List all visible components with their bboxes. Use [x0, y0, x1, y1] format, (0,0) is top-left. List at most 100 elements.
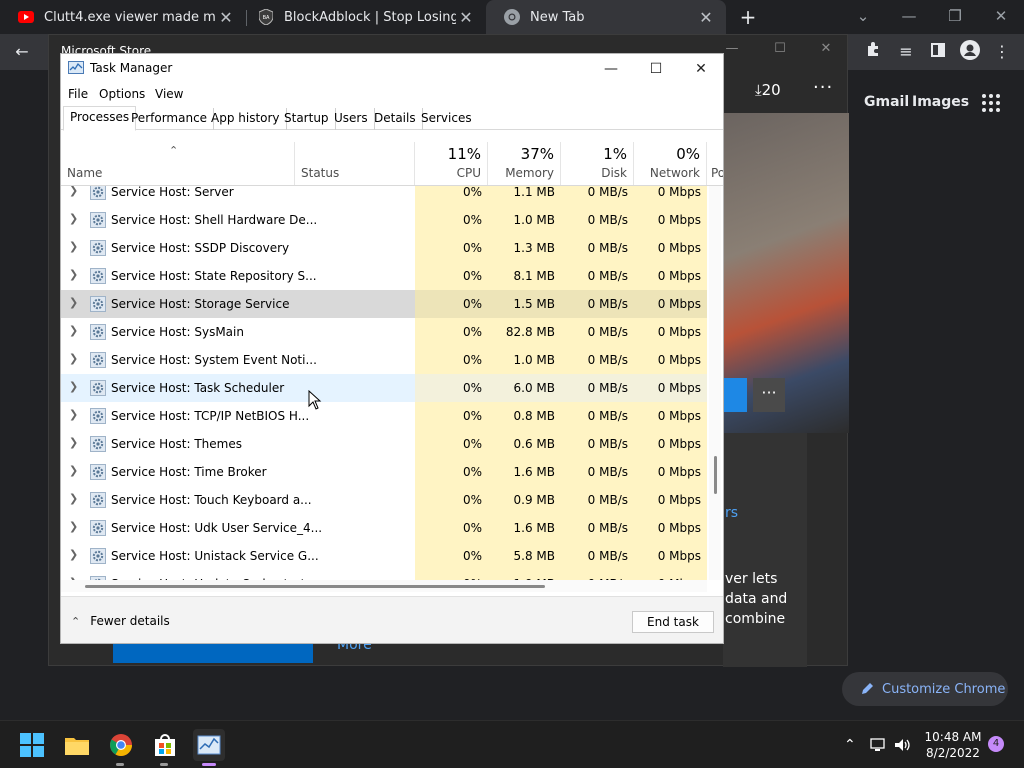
column-memory[interactable]: 37% Memory [488, 142, 561, 185]
table-row[interactable]: ❯ Service Host: Storage Service 0% 1.5 MB 0 … [61, 290, 707, 318]
store-link[interactable]: rs [725, 505, 738, 521]
tab-app-history[interactable]: App history [205, 108, 287, 130]
svg-text:BA: BA [263, 15, 270, 21]
end-task-button[interactable]: End task [632, 611, 714, 633]
column-power[interactable]: Po [707, 142, 723, 185]
table-row[interactable]: ❯Service Host: Update Orchestrat...0%1.9… [61, 570, 707, 580]
file-explorer-icon[interactable] [61, 729, 93, 761]
store-options-button[interactable]: ··· [753, 378, 785, 412]
table-row[interactable]: ❯ Service Host: Touch Keyboard a... 0% 0.9 … [61, 486, 707, 514]
chevron-right-icon[interactable]: ❯ [69, 186, 78, 197]
column-disk[interactable]: 1% Disk [561, 142, 634, 185]
store-more-icon[interactable]: ··· [813, 77, 833, 98]
back-icon[interactable]: ← [10, 40, 34, 64]
chevron-right-icon[interactable]: ❯ [69, 240, 78, 253]
chevron-right-icon[interactable]: ❯ [69, 548, 78, 561]
menu-file[interactable]: File [68, 87, 88, 101]
vertical-scroll-thumb[interactable] [714, 456, 717, 494]
chevron-right-icon[interactable]: ❯ [69, 268, 78, 281]
tab-services[interactable]: Services [415, 108, 478, 130]
network-icon[interactable] [870, 737, 888, 757]
tab-performance[interactable]: Performance [125, 108, 215, 130]
tab-youtube[interactable]: Clutt4.exe viewer made malware ✕ [0, 0, 246, 34]
start-icon[interactable] [16, 729, 48, 761]
chevron-right-icon[interactable]: ❯ [69, 352, 78, 365]
vertical-scrollbar[interactable] [709, 186, 721, 580]
minimize-icon[interactable]: — [591, 58, 631, 80]
close-icon[interactable]: ✕ [696, 8, 716, 27]
extensions-icon[interactable] [862, 40, 886, 64]
new-tab-button[interactable]: + [738, 6, 758, 28]
notification-badge[interactable]: 4 [988, 736, 1004, 752]
chevron-right-icon[interactable]: ❯ [69, 212, 78, 225]
chevron-right-icon[interactable]: ❯ [69, 380, 78, 393]
maximize-icon[interactable]: ☐ [636, 58, 676, 80]
table-row[interactable]: ❯ Service Host: Unistack Service G... 0% 5.… [61, 542, 707, 570]
column-status[interactable]: Status [295, 142, 415, 185]
gmail-link[interactable]: Gmail [864, 94, 909, 110]
tab-new-tab[interactable]: New Tab ✕ [486, 0, 726, 34]
horizontal-scrollbar[interactable] [61, 580, 707, 592]
media-control-icon[interactable]: ≡ [894, 40, 918, 64]
store-primary-button[interactable] [723, 378, 747, 412]
table-row[interactable]: ❯ Service Host: Udk User Service_4... 0% 1.… [61, 514, 707, 542]
table-row[interactable]: ❯ Service Host: Shell Hardware De... 0% 1.0… [61, 206, 707, 234]
menu-options[interactable]: Options [99, 87, 145, 101]
chrome-icon[interactable] [105, 729, 137, 761]
process-name: Service Host: Unistack Service G... [111, 549, 319, 563]
horizontal-scroll-thumb[interactable] [85, 585, 545, 588]
chevron-right-icon[interactable]: ❯ [69, 296, 78, 309]
chevron-right-icon[interactable]: ❯ [69, 464, 78, 477]
chrome-menu-icon[interactable]: ⋮ [990, 40, 1014, 64]
clock[interactable]: 10:48 AM 8/2/2022 [918, 729, 988, 761]
minimize-icon[interactable]: — [894, 4, 924, 28]
chevron-right-icon[interactable]: ❯ [69, 324, 78, 337]
close-icon[interactable]: ✕ [681, 58, 721, 80]
memory-cell: 0.8 MB [488, 402, 561, 430]
column-memory-label: Memory [505, 166, 554, 180]
restore-icon[interactable]: ❐ [940, 4, 970, 28]
table-row[interactable]: ❯ Service Host: Time Broker 0% 1.6 MB 0 MB/s… [61, 458, 707, 486]
gear-icon [90, 296, 106, 312]
google-apps-icon[interactable] [982, 94, 1000, 112]
tab-startup[interactable]: Startup [278, 108, 336, 130]
store-downloads[interactable]: ⤓20 [755, 81, 781, 99]
profile-icon[interactable] [958, 40, 982, 64]
fewer-details-button[interactable]: ⌃ Fewer details [71, 614, 170, 628]
close-window-icon[interactable]: ✕ [986, 4, 1016, 28]
tab-search-icon[interactable]: ⌄ [848, 4, 878, 28]
table-row[interactable]: ❯ Service Host: State Repository S... 0% 8.… [61, 262, 707, 290]
close-icon[interactable]: ✕ [216, 8, 236, 27]
mouse-cursor-icon [308, 390, 322, 410]
column-network[interactable]: 0% Network [634, 142, 707, 185]
table-row[interactable]: ❯ Service Host: SSDP Discovery 0% 1.3 MB 0 M… [61, 234, 707, 262]
close-icon[interactable]: ✕ [456, 8, 476, 27]
table-row[interactable]: ❯ Service Host: Task Scheduler 0% 6.0 MB 0 M… [61, 374, 707, 402]
table-row[interactable]: ❯ Service Host: SysMain 0% 82.8 MB 0 MB/s 0 M… [61, 318, 707, 346]
chevron-right-icon[interactable]: ❯ [69, 520, 78, 533]
microsoft-store-icon[interactable] [149, 729, 181, 761]
volume-icon[interactable] [894, 737, 912, 757]
table-row[interactable]: ❯ Service Host: TCP/IP NetBIOS H... 0% 0.8 … [61, 402, 707, 430]
table-row[interactable]: ❯ Service Host: Server 0% 1.1 MB 0 MB/s 0 Mbp… [61, 186, 707, 206]
tab-blockadblock[interactable]: BA BlockAdblock | Stop Losing Ad Re ✕ [240, 0, 486, 34]
side-panel-icon[interactable] [926, 40, 950, 64]
column-cpu[interactable]: 11% CPU [415, 142, 488, 185]
network-cell: 0 Mbps [634, 430, 707, 458]
memory-cell: 0.9 MB [488, 486, 561, 514]
images-link[interactable]: Images [912, 94, 969, 110]
customize-chrome-button[interactable]: Customize Chrome [842, 672, 1008, 706]
chevron-right-icon[interactable]: ❯ [69, 492, 78, 505]
chevron-right-icon[interactable]: ❯ [69, 436, 78, 449]
store-close-icon[interactable]: ✕ [811, 41, 841, 56]
table-row[interactable]: ❯ Service Host: Themes 0% 0.6 MB 0 MB/s 0 Mbp… [61, 430, 707, 458]
column-name[interactable]: Name [61, 142, 295, 185]
show-hidden-icons[interactable]: ⌃ [844, 737, 856, 753]
store-maximize-icon[interactable]: ☐ [765, 41, 795, 56]
title-bar[interactable]: Task Manager — ☐ ✕ [61, 54, 723, 84]
task-manager-icon[interactable] [193, 729, 225, 761]
column-name-label: Name [67, 166, 103, 180]
menu-view[interactable]: View [155, 87, 183, 101]
chevron-right-icon[interactable]: ❯ [69, 408, 78, 421]
table-row[interactable]: ❯ Service Host: System Event Noti... 0% 1.0… [61, 346, 707, 374]
